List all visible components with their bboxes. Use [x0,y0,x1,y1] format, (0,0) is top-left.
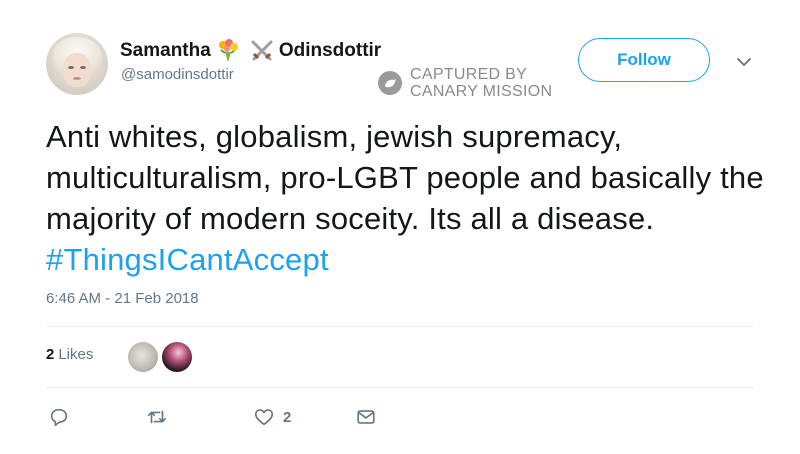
reply-icon [50,408,68,427]
likers-avatars [128,342,196,372]
tweet-text: Anti whites, globalism, jewish supremacy… [46,116,766,280]
envelope-icon [357,410,375,424]
avatar[interactable] [46,33,108,95]
like-button[interactable]: 2 [253,402,291,432]
bouquet-icon [215,38,241,64]
direct-message-button[interactable] [355,402,377,432]
likes-summary[interactable]: 2 Likes [46,346,93,363]
watermark-line-1: CAPTURED BY [410,66,528,83]
hashtag-link[interactable]: #ThingsICantAccept [46,242,329,277]
retweet-button[interactable] [146,402,168,432]
tweet-card: Samantha Odinsdottir @samodinsdottir CAP… [0,0,800,454]
divider [46,387,754,388]
heart-icon [254,409,274,426]
tweet-timestamp[interactable]: 6:46 AM - 21 Feb 2018 [46,290,199,307]
display-name[interactable]: Samantha Odinsdottir [120,38,381,64]
crossed-swords-icon [249,38,275,64]
chevron-down-icon[interactable] [736,54,752,70]
canary-logo-icon [378,71,402,95]
user-handle[interactable]: @samodinsdottir [121,66,234,83]
retweet-icon [147,410,167,424]
follow-button[interactable]: Follow [578,38,710,82]
likes-label: Likes [58,346,94,363]
like-count: 2 [283,408,292,426]
tweet-body: Anti whites, globalism, jewish supremacy… [46,119,764,236]
tweet-actions: 2 [0,402,800,432]
watermark-line-2: CANARY MISSION [410,83,553,100]
reply-button[interactable] [48,402,70,432]
display-name-first: Samantha [120,40,211,61]
likes-count: 2 [46,346,55,363]
liker-avatar[interactable] [162,342,192,372]
display-name-last: Odinsdottir [278,40,382,61]
divider [46,326,754,327]
watermark: CAPTURED BY CANARY MISSION [378,66,552,100]
liker-avatar[interactable] [128,342,158,372]
